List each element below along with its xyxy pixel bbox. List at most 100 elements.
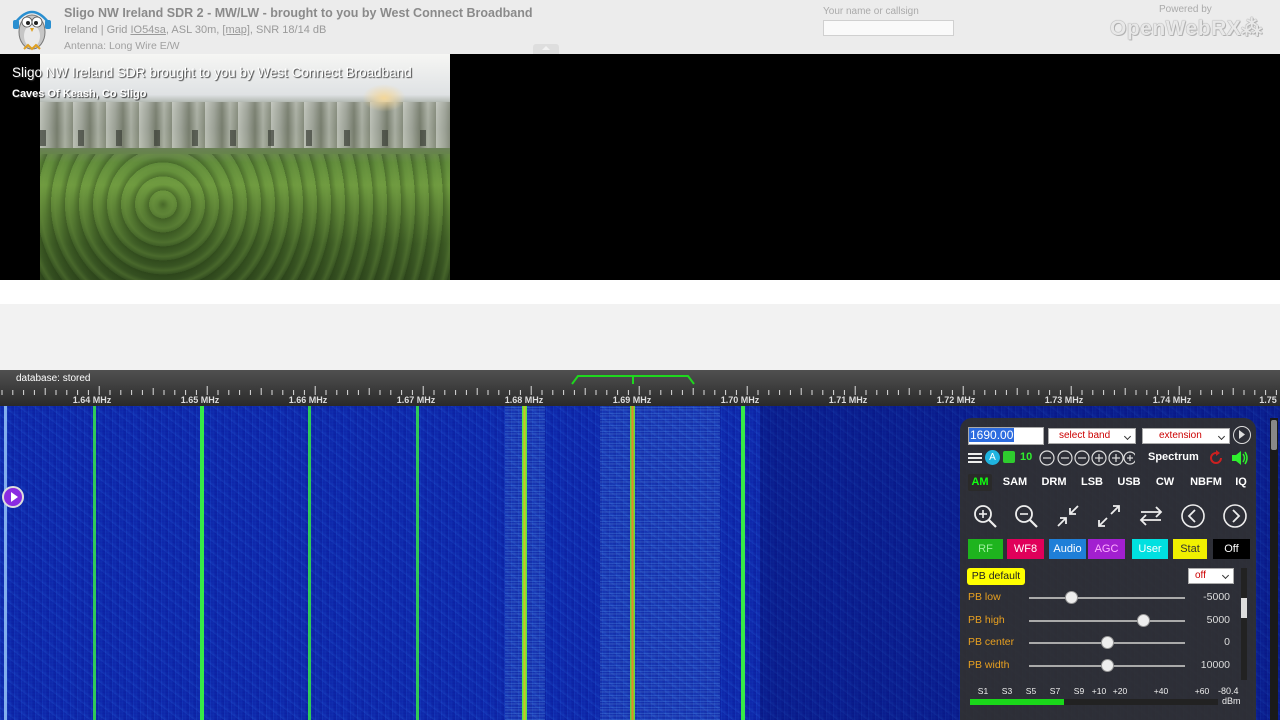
mode-drm-button[interactable]: DRM [1039, 474, 1069, 491]
receiver-avatar-icon [13, 10, 51, 51]
s-meter-label: +40 [1153, 686, 1169, 696]
callsign-input[interactable] [823, 20, 954, 36]
display-button-user[interactable]: User [1132, 539, 1168, 559]
display-button-off[interactable]: Off [1213, 539, 1250, 559]
radio-waves-icon: ⁂ [1241, 17, 1263, 40]
photo-grass [40, 154, 450, 280]
step-value[interactable]: 10 [1020, 451, 1032, 463]
photo-glare [362, 84, 406, 112]
play-arrow-icon [1239, 430, 1245, 439]
swap-icon[interactable] [1137, 502, 1165, 530]
scale-label: 1.67 MHz [396, 395, 436, 405]
mode-usb-button[interactable]: USB [1115, 474, 1143, 491]
location-prefix: Ireland | Grid [64, 24, 128, 36]
pb-mode-select[interactable]: off [1188, 568, 1234, 584]
panel-scrollbar[interactable] [1241, 568, 1247, 680]
photo-caves [40, 130, 450, 146]
edit-icon[interactable] [1003, 451, 1015, 463]
scale-label: 1.64 MHz [72, 395, 112, 405]
frequency-go-button[interactable] [1233, 426, 1251, 444]
display-button-audio[interactable]: Audio [1049, 539, 1086, 559]
mode-iq-button[interactable]: IQ [1232, 474, 1250, 491]
pb-slider-knob[interactable] [1136, 614, 1150, 627]
receiver-header: Sligo NW Ireland SDR 2 - MW/LW - brought… [0, 0, 1280, 54]
page-scrollbar-thumb[interactable] [1271, 420, 1277, 450]
pb-slider-track[interactable] [1029, 597, 1185, 599]
openwebrx-page: Sligo NW Ireland SDR 2 - MW/LW - brought… [0, 0, 1280, 720]
s-meter-label: +60 [1194, 686, 1210, 696]
s-meter: -80.4 dBm S1 S3 S5 S7 S9 +10 +20 +40 +60 [968, 686, 1241, 714]
waterfall-play-button[interactable] [2, 486, 24, 508]
scale-label: 1.69 MHz [612, 395, 652, 405]
pb-slider-track[interactable] [1029, 620, 1185, 622]
pb-slider-value: 0 [1224, 636, 1230, 648]
menu-icon[interactable] [968, 451, 982, 465]
scale-label: 1.75 [1259, 395, 1277, 405]
mode-cw-button[interactable]: CW [1152, 474, 1178, 491]
step-back-icon[interactable] [1179, 502, 1207, 530]
auto-icon[interactable]: A [985, 450, 1000, 465]
zoom-out-icon[interactable] [1012, 502, 1040, 530]
panel-scrollbar-thumb[interactable] [1241, 598, 1247, 618]
step-forward-icon[interactable] [1221, 502, 1249, 530]
waterfall-signal-line [630, 406, 635, 720]
pb-slider-label: PB low [968, 591, 1001, 603]
s-meter-level [970, 699, 1065, 705]
extension-select[interactable]: extension [1142, 428, 1230, 444]
mode-nbfm-button[interactable]: NBFM [1187, 474, 1225, 491]
empty-area [0, 304, 1280, 370]
display-button-wf8[interactable]: WF8 [1007, 539, 1044, 559]
zoom-in-icon[interactable] [971, 502, 999, 530]
openwebrx-logo[interactable]: OpenWebRX⁂ [1110, 16, 1263, 41]
pb-default-button[interactable]: PB default [967, 568, 1025, 585]
scale-label: 1.74 MHz [1152, 395, 1192, 405]
s-meter-label: S3 [1001, 686, 1013, 696]
pb-slider-label: PB high [968, 614, 1005, 626]
frequency-input[interactable]: 1690.00 [968, 427, 1044, 445]
s-meter-unit: dBm [1222, 696, 1241, 706]
spectrum-toggle[interactable]: Spectrum [1148, 451, 1199, 463]
callsign-label: Your name or callsign [823, 6, 919, 17]
s-meter-peak: -80.4 [1218, 686, 1239, 696]
s-meter-label: +20 [1112, 686, 1128, 696]
antenna-info: Antenna: Long Wire E/W [64, 40, 180, 52]
pb-slider-knob[interactable] [1101, 636, 1114, 649]
powered-by-label: Powered by [1159, 4, 1212, 15]
pb-slider-knob[interactable] [1101, 659, 1114, 672]
banner-title: Sligo NW Ireland SDR brought to you by W… [12, 65, 412, 80]
scale-label: 1.70 MHz [720, 395, 760, 405]
zoom-to-passband-icon[interactable] [1054, 502, 1082, 530]
header-collapse-button[interactable] [533, 44, 559, 54]
zoom-step-buttons[interactable] [1039, 449, 1135, 467]
s-meter-label: S9 [1073, 686, 1085, 696]
frequency-scale[interactable]: database: stored 1.64 MHz 1.65 MHz 1.66 MH… [0, 370, 1280, 406]
mode-am-button[interactable]: AM [968, 474, 992, 491]
scale-label: 1.66 MHz [288, 395, 328, 405]
scale-label: 1.65 MHz [180, 395, 220, 405]
receiver-title: Sligo NW Ireland SDR 2 - MW/LW - brought… [64, 6, 533, 20]
page-scrollbar[interactable] [1270, 418, 1278, 720]
mode-sam-button[interactable]: SAM [1001, 474, 1029, 491]
display-button-rf[interactable]: RF [968, 539, 1003, 559]
map-link[interactable]: [map] [222, 24, 250, 36]
zoom-full-icon[interactable] [1095, 502, 1123, 530]
openwebrx-logo-text: OpenWebRX [1110, 17, 1242, 40]
scale-label: 1.71 MHz [828, 395, 868, 405]
display-button-stat[interactable]: Stat [1173, 539, 1207, 559]
refresh-icon[interactable] [1208, 450, 1224, 466]
waterfall-signal-line [741, 406, 745, 720]
pb-slider-knob[interactable] [1065, 591, 1079, 604]
mode-lsb-button[interactable]: LSB [1078, 474, 1106, 491]
s-meter-label: +10 [1091, 686, 1107, 696]
pb-slider-label: PB width [968, 659, 1010, 671]
waterfall-signal-line [416, 406, 419, 720]
band-select[interactable]: select band [1048, 428, 1136, 444]
grid-link[interactable]: IO54sa [130, 24, 165, 36]
s-meter-label: S1 [977, 686, 989, 696]
waterfall-signal-line [93, 406, 96, 720]
display-button-agc[interactable]: AGC [1088, 539, 1125, 559]
frequency-value: 1690.00 [969, 428, 1015, 442]
speaker-icon[interactable] [1230, 449, 1250, 467]
waterfall-signal-line [4, 406, 7, 720]
pb-slider-value: -5000 [1203, 591, 1230, 603]
